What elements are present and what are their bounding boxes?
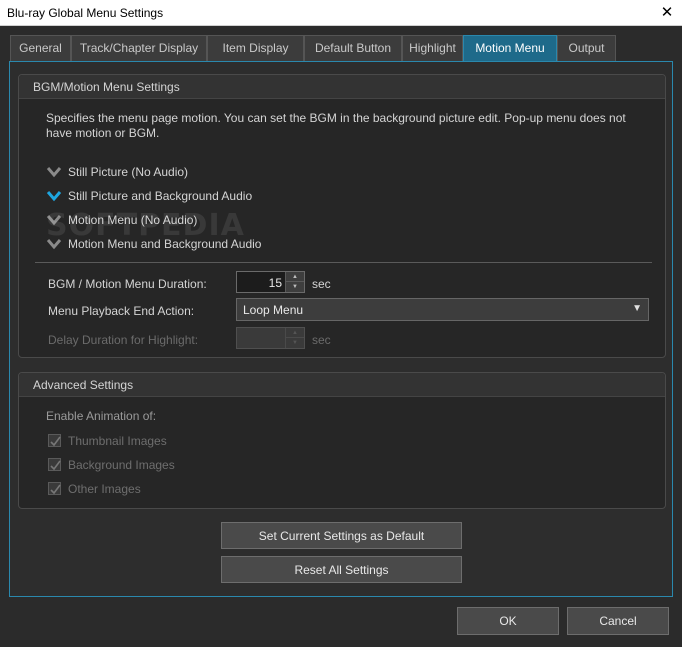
tab-general[interactable]: General	[10, 35, 71, 61]
stepper-up-icon: ▲	[285, 328, 304, 338]
watermark: SOFTPEDIA	[46, 208, 245, 243]
title-bar: Blu-ray Global Menu Settings ✕	[0, 0, 682, 26]
chevron-down-icon	[46, 167, 62, 178]
advanced-group-title: Advanced Settings	[19, 373, 665, 397]
tab-track-chapter-display[interactable]: Track/Chapter Display	[71, 35, 207, 61]
radio-label: Still Picture (No Audio)	[68, 165, 189, 179]
dropdown-arrow-icon: ▼	[632, 303, 642, 314]
end-action-label: Menu Playback End Action:	[48, 304, 195, 318]
check-label: Background Images	[68, 458, 175, 472]
delay-label: Delay Duration for Highlight:	[48, 333, 199, 347]
ok-button[interactable]: OK	[457, 607, 559, 635]
stepper-down-icon: ▼	[285, 338, 304, 348]
reset-settings-button[interactable]: Reset All Settings	[221, 556, 462, 583]
enable-animation-label: Enable Animation of:	[46, 409, 157, 423]
delay-unit: sec	[312, 333, 331, 347]
check-label: Other Images	[68, 482, 141, 496]
window-title: Blu-ray Global Menu Settings	[7, 6, 164, 20]
check-label: Thumbnail Images	[68, 434, 167, 448]
close-icon[interactable]: ✕	[652, 0, 682, 26]
tab-output[interactable]: Output	[557, 35, 616, 61]
duration-value: 15	[268, 276, 282, 290]
tab-motion-menu[interactable]: Motion Menu	[463, 35, 557, 61]
delay-stepper[interactable]: ▲ ▼	[236, 327, 305, 349]
end-action-select[interactable]: Loop Menu ▼	[236, 298, 649, 321]
separator	[35, 262, 652, 263]
advanced-settings-group: Advanced Settings Enable Animation of: T…	[18, 372, 666, 509]
stepper-up-icon[interactable]: ▲	[285, 272, 304, 282]
checkmark-icon	[50, 460, 61, 471]
checkmark-icon	[50, 484, 61, 495]
end-action-value: Loop Menu	[243, 303, 304, 317]
duration-stepper[interactable]: 15 ▲ ▼	[236, 271, 305, 293]
duration-label: BGM / Motion Menu Duration:	[48, 277, 207, 291]
radio-label: Still Picture and Background Audio	[68, 189, 253, 203]
bgm-description: Specifies the menu page motion. You can …	[46, 111, 626, 140]
cancel-button[interactable]: Cancel	[567, 607, 669, 635]
stepper-down-icon[interactable]: ▼	[285, 282, 304, 292]
checkmark-icon	[50, 436, 61, 447]
tab-default-button[interactable]: Default Button	[304, 35, 402, 61]
tab-item-display[interactable]: Item Display	[207, 35, 304, 61]
motion-menu-panel: BGM/Motion Menu Settings Specifies the m…	[9, 61, 673, 597]
duration-unit: sec	[312, 277, 331, 291]
tab-highlight[interactable]: Highlight	[402, 35, 463, 61]
set-default-button[interactable]: Set Current Settings as Default	[221, 522, 462, 549]
chevron-down-icon	[46, 191, 62, 202]
bgm-group-title: BGM/Motion Menu Settings	[19, 75, 665, 99]
